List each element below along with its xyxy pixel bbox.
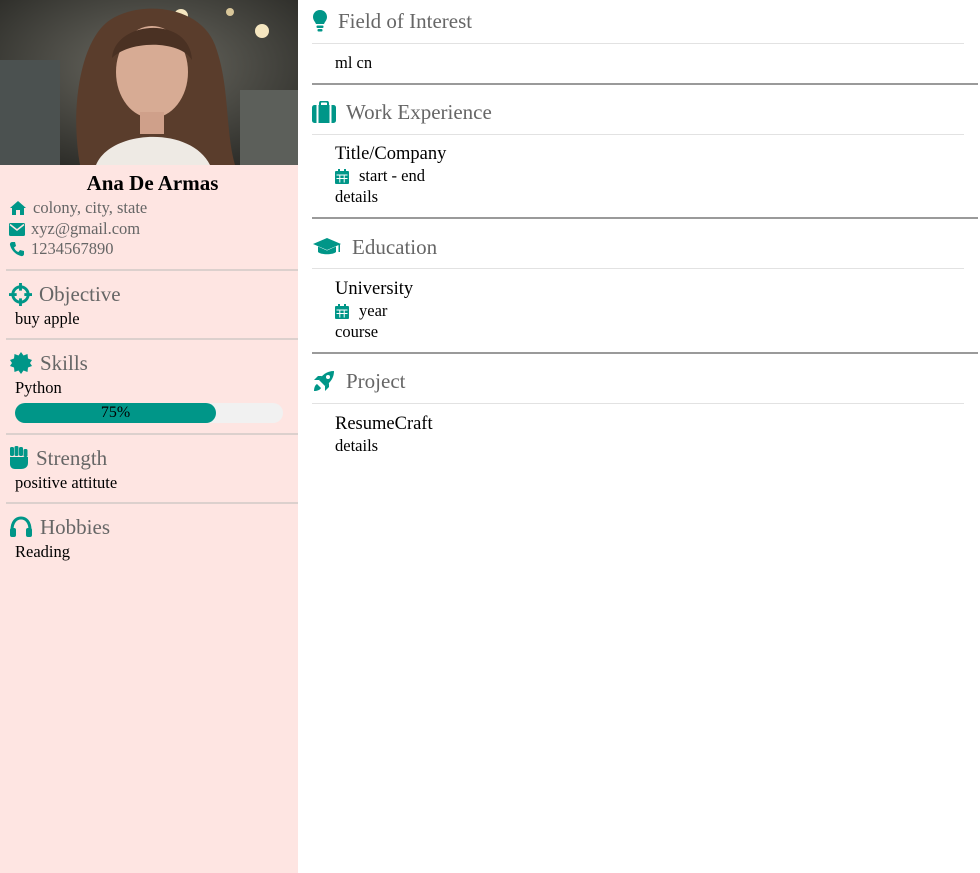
hobbies-heading: Hobbies: [9, 514, 110, 540]
project-title: Project: [346, 368, 406, 393]
work-dates-line: start - end: [335, 166, 425, 186]
section-rule: [312, 43, 964, 44]
sidebar: Ana De Armas colony, city, state xyz@gma…: [0, 0, 298, 873]
education-year: year: [359, 301, 388, 320]
interest-heading: Field of Interest: [312, 6, 472, 36]
objective-heading: Objective: [9, 281, 121, 307]
certificate-icon: [10, 352, 32, 374]
work-details: details: [335, 187, 379, 206]
project-details: details: [335, 436, 379, 455]
fist-icon: [10, 446, 28, 469]
skill-progress-label: 75%: [100, 404, 131, 421]
project-name: ResumeCraft: [335, 414, 433, 434]
envelope-icon: [9, 222, 25, 236]
hobbies-title: Hobbies: [40, 514, 110, 539]
phone-icon: [9, 242, 24, 257]
section-rule: [312, 134, 964, 135]
calendar-icon: [335, 168, 349, 184]
profile-photo: [0, 0, 298, 165]
strength-text: positive attitute: [15, 473, 118, 492]
crosshairs-icon: [9, 282, 32, 306]
education-title: Education: [352, 234, 438, 259]
section-divider: [312, 83, 978, 85]
lightbulb-icon: [313, 10, 327, 32]
divider: [6, 269, 298, 271]
project-heading: Project: [312, 366, 405, 396]
home-icon: [10, 201, 26, 215]
skills-title: Skills: [40, 350, 88, 375]
work-heading: Work Experience: [312, 97, 492, 127]
education-school: University: [335, 279, 414, 299]
phone-text[interactable]: 1234567890: [31, 239, 114, 259]
interest-text: ml cn: [335, 53, 373, 72]
skill-progress-fill: 75%: [15, 403, 216, 423]
email-line: xyz@gmail.com: [9, 219, 140, 239]
calendar-icon: [335, 303, 349, 319]
address-line: colony, city, state: [9, 198, 147, 218]
objective-text: buy apple: [15, 309, 80, 328]
profile-name: Ana De Armas: [86, 171, 219, 195]
education-heading: Education: [312, 232, 437, 262]
section-divider: [312, 352, 978, 354]
divider: [6, 338, 298, 340]
strength-heading: Strength: [9, 445, 107, 471]
rocket-icon: [314, 371, 334, 391]
skill-progress-track: 75%: [15, 403, 283, 423]
divider: [6, 433, 298, 435]
suitcase-icon: [312, 101, 336, 123]
work-dates: start - end: [359, 166, 425, 185]
objective-title: Objective: [39, 281, 121, 306]
divider: [6, 502, 298, 504]
skill-name: Python: [15, 378, 62, 397]
education-year-line: year: [335, 301, 387, 321]
address-text: colony, city, state: [33, 198, 148, 217]
section-divider: [312, 217, 978, 219]
skills-heading: Skills: [9, 350, 88, 376]
strength-title: Strength: [36, 445, 108, 470]
phone-line: 1234567890: [9, 239, 114, 259]
education-course: course: [335, 322, 379, 341]
section-rule: [312, 268, 964, 269]
work-title: Work Experience: [346, 99, 492, 124]
hobbies-text: Reading: [15, 542, 70, 561]
headphones-icon: [10, 516, 32, 537]
email-text[interactable]: xyz@gmail.com: [31, 219, 140, 239]
graduation-cap-icon: [313, 238, 341, 255]
work-role: Title/Company: [335, 144, 447, 164]
interest-title: Field of Interest: [338, 8, 473, 33]
section-rule: [312, 403, 964, 404]
